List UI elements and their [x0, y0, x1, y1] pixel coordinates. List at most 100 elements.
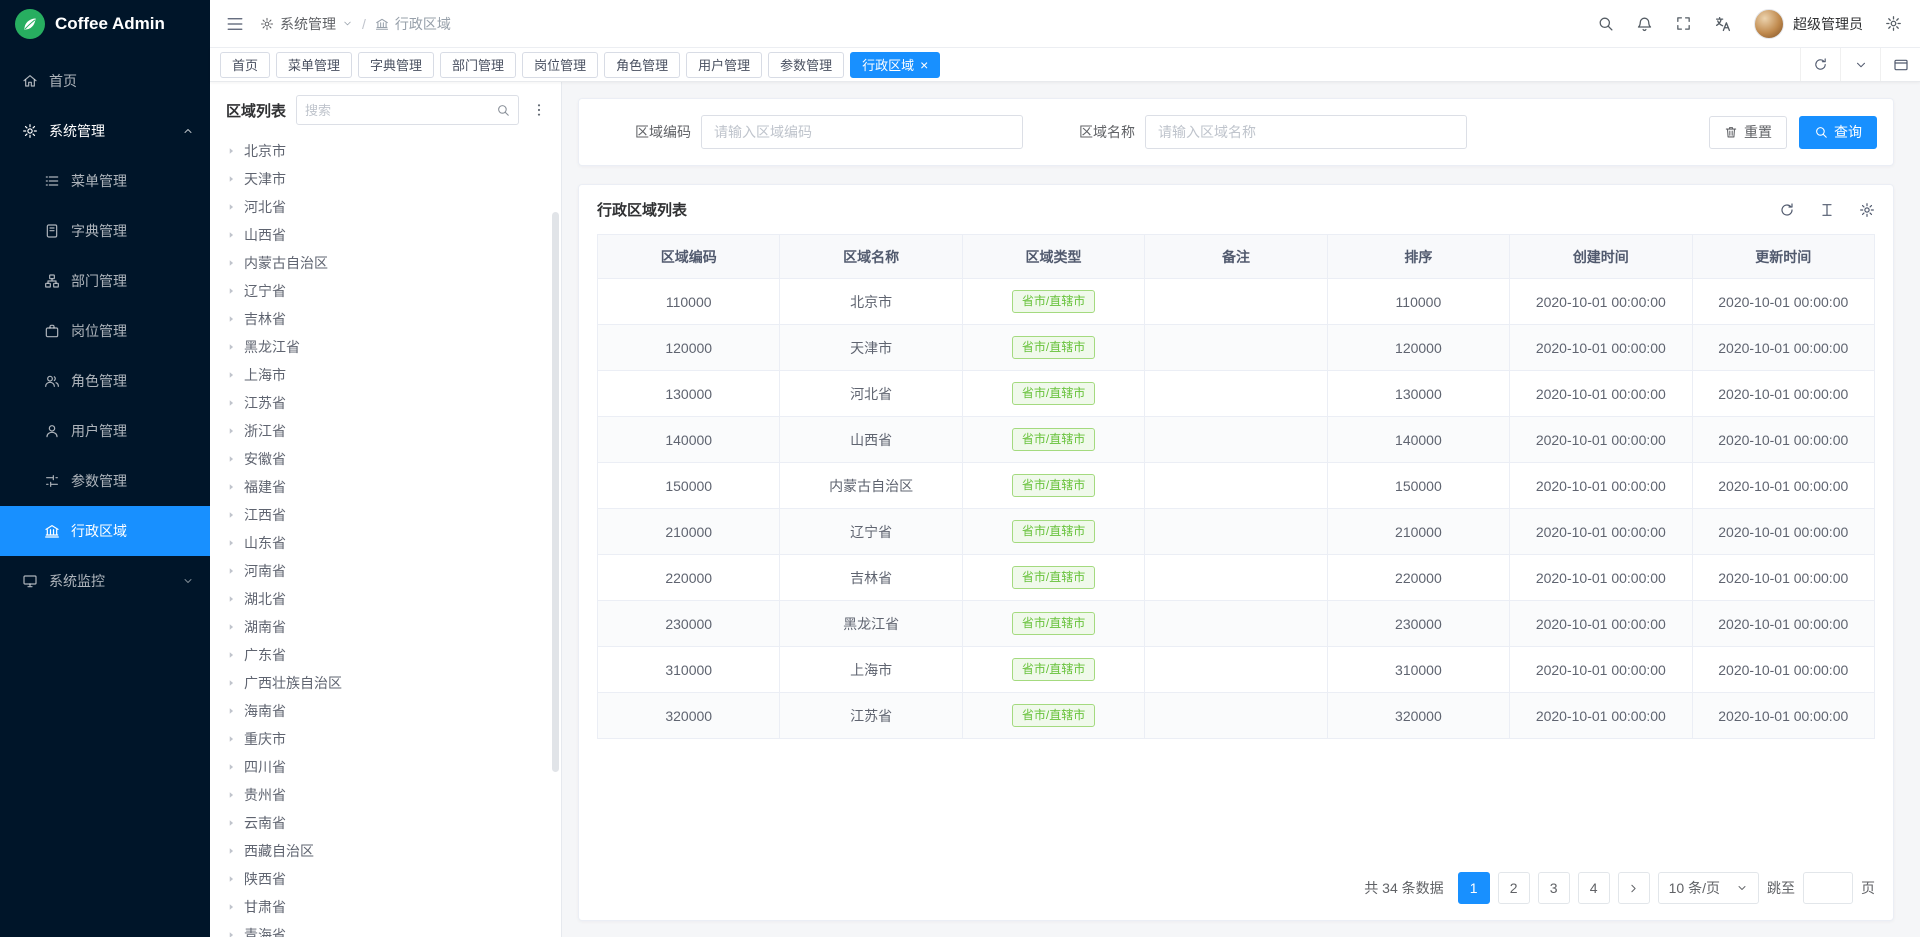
tree-item[interactable]: 海南省 — [210, 697, 561, 725]
tree-item[interactable]: 贵州省 — [210, 781, 561, 809]
refresh-icon[interactable] — [1800, 48, 1840, 81]
tree-item[interactable]: 云南省 — [210, 809, 561, 837]
tree-item-label: 江苏省 — [244, 393, 286, 413]
next-page-button[interactable] — [1618, 872, 1650, 904]
sidebar-item-label: 菜单管理 — [71, 171, 127, 191]
content-screen-icon[interactable] — [1880, 48, 1920, 81]
tree-item[interactable]: 湖北省 — [210, 585, 561, 613]
sidebar-item-home[interactable]: 首页 — [0, 56, 210, 106]
tree-item[interactable]: 内蒙古自治区 — [210, 249, 561, 277]
tree-item[interactable]: 山西省 — [210, 221, 561, 249]
page-button-1[interactable]: 1 — [1458, 872, 1490, 904]
sidebar-item-user[interactable]: 用户管理 — [0, 406, 210, 456]
tree-item[interactable]: 重庆市 — [210, 725, 561, 753]
tab-menu[interactable]: 菜单管理 — [276, 52, 352, 78]
sidebar-item-menu[interactable]: 菜单管理 — [0, 156, 210, 206]
tab-post[interactable]: 岗位管理 — [522, 52, 598, 78]
table-row[interactable]: 310000上海市省市/直辖市3100002020-10-01 00:00:00… — [598, 647, 1875, 693]
bell-icon[interactable] — [1636, 15, 1653, 32]
sidebar-group-system[interactable]: 系统管理 — [0, 106, 210, 156]
search-icon[interactable] — [1597, 15, 1614, 32]
tree-item[interactable]: 河北省 — [210, 193, 561, 221]
logo[interactable]: Coffee Admin — [0, 0, 210, 48]
search-icon — [1814, 125, 1828, 139]
tree-item[interactable]: 山东省 — [210, 529, 561, 557]
table-refresh-icon[interactable] — [1779, 202, 1795, 218]
more-options-icon[interactable] — [529, 102, 549, 118]
sidebar-group-monitor[interactable]: 系统监控 — [0, 556, 210, 606]
tree-search-input[interactable] — [305, 103, 490, 118]
tree-item[interactable]: 黑龙江省 — [210, 333, 561, 361]
tab-role[interactable]: 角色管理 — [604, 52, 680, 78]
region-code-input[interactable] — [701, 115, 1023, 149]
tree-item[interactable]: 西藏自治区 — [210, 837, 561, 865]
user-menu[interactable]: 超级管理员 — [1754, 9, 1863, 39]
table-row[interactable]: 210000辽宁省省市/直辖市2100002020-10-01 00:00:00… — [598, 509, 1875, 555]
tree-item[interactable]: 上海市 — [210, 361, 561, 389]
search-icon[interactable] — [496, 103, 510, 117]
page-button-3[interactable]: 3 — [1538, 872, 1570, 904]
tree-item[interactable]: 吉林省 — [210, 305, 561, 333]
tree-item[interactable]: 江西省 — [210, 501, 561, 529]
caret-right-icon — [226, 146, 236, 156]
tree-item[interactable]: 天津市 — [210, 165, 561, 193]
column-height-icon[interactable] — [1819, 202, 1835, 218]
tree-item[interactable]: 河南省 — [210, 557, 561, 585]
tree-item[interactable]: 安徽省 — [210, 445, 561, 473]
tree-item[interactable]: 辽宁省 — [210, 277, 561, 305]
tree-item[interactable]: 湖南省 — [210, 613, 561, 641]
region-type-tag: 省市/直辖市 — [1012, 336, 1095, 359]
region-type-tag: 省市/直辖市 — [1012, 704, 1095, 727]
tree-item[interactable]: 广西壮族自治区 — [210, 669, 561, 697]
tree-item[interactable]: 甘肃省 — [210, 893, 561, 921]
cell-remark — [1145, 509, 1327, 555]
table-row[interactable]: 110000北京市省市/直辖市1100002020-10-01 00:00:00… — [598, 279, 1875, 325]
page-button-4[interactable]: 4 — [1578, 872, 1610, 904]
tree-item[interactable]: 陕西省 — [210, 865, 561, 893]
sidebar-item-param[interactable]: 参数管理 — [0, 456, 210, 506]
sidebar-item-region[interactable]: 行政区域 — [0, 506, 210, 556]
tree-scrollbar[interactable] — [552, 212, 559, 772]
table-row[interactable]: 230000黑龙江省省市/直辖市2300002020-10-01 00:00:0… — [598, 601, 1875, 647]
tree-item[interactable]: 浙江省 — [210, 417, 561, 445]
tree-item[interactable]: 四川省 — [210, 753, 561, 781]
tab-param[interactable]: 参数管理 — [768, 52, 844, 78]
table-row[interactable]: 120000天津市省市/直辖市1200002020-10-01 00:00:00… — [598, 325, 1875, 371]
table-row[interactable]: 150000内蒙古自治区省市/直辖市1500002020-10-01 00:00… — [598, 463, 1875, 509]
table-row[interactable]: 320000江苏省省市/直辖市3200002020-10-01 00:00:00… — [598, 693, 1875, 739]
tree-item[interactable]: 广东省 — [210, 641, 561, 669]
tree-item[interactable]: 江苏省 — [210, 389, 561, 417]
tree-item[interactable]: 青海省 — [210, 921, 561, 937]
sidebar-item-role[interactable]: 角色管理 — [0, 356, 210, 406]
region-name-input[interactable] — [1145, 115, 1467, 149]
table-settings-gear-icon[interactable] — [1859, 202, 1875, 218]
hamburger-icon[interactable] — [226, 15, 244, 33]
tab-dept[interactable]: 部门管理 — [440, 52, 516, 78]
reset-button[interactable]: 重置 — [1709, 116, 1787, 149]
table-row[interactable]: 140000山西省省市/直辖市1400002020-10-01 00:00:00… — [598, 417, 1875, 463]
page-button-2[interactable]: 2 — [1498, 872, 1530, 904]
page-size-select[interactable]: 10 条/页 — [1658, 872, 1759, 904]
caret-right-icon — [226, 482, 236, 492]
close-icon[interactable]: × — [920, 58, 928, 72]
table-row[interactable]: 220000吉林省省市/直辖市2200002020-10-01 00:00:00… — [598, 555, 1875, 601]
jump-page-input[interactable] — [1803, 872, 1853, 904]
settings-gear-icon[interactable] — [1885, 15, 1902, 32]
query-button[interactable]: 查询 — [1799, 116, 1877, 149]
translate-icon[interactable] — [1714, 15, 1732, 33]
table-row[interactable]: 130000河北省省市/直辖市1300002020-10-01 00:00:00… — [598, 371, 1875, 417]
tree-item[interactable]: 北京市 — [210, 137, 561, 165]
breadcrumb-system[interactable]: 系统管理 — [260, 14, 353, 34]
tab-menu-chevron-icon[interactable] — [1840, 48, 1880, 81]
sidebar-item-dept[interactable]: 部门管理 — [0, 256, 210, 306]
tree-item-label: 山西省 — [244, 225, 286, 245]
tab-user[interactable]: 用户管理 — [686, 52, 762, 78]
fullscreen-icon[interactable] — [1675, 15, 1692, 32]
tab-region[interactable]: 行政区域× — [850, 52, 940, 78]
tab-dict[interactable]: 字典管理 — [358, 52, 434, 78]
tab-home[interactable]: 首页 — [220, 52, 270, 78]
sidebar-item-post[interactable]: 岗位管理 — [0, 306, 210, 356]
cell-code: 230000 — [598, 601, 780, 647]
sidebar-item-dict[interactable]: 字典管理 — [0, 206, 210, 256]
tree-item[interactable]: 福建省 — [210, 473, 561, 501]
